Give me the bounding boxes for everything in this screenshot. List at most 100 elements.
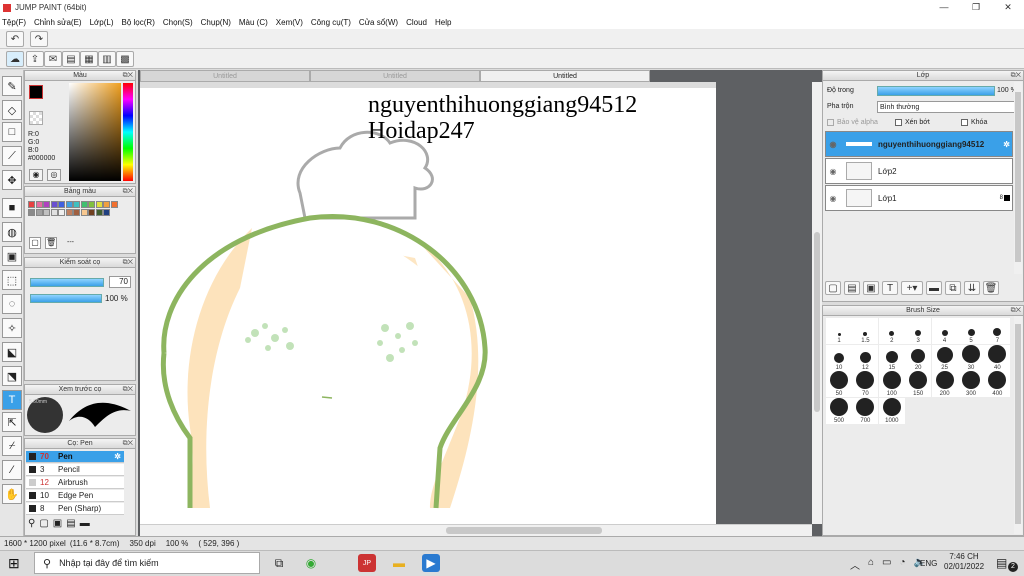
horizontal-scrollbar[interactable] [140,524,812,536]
chevron-up-icon[interactable]: ︿ [850,557,860,572]
color-picker-square[interactable] [69,83,121,181]
palette-swatch[interactable] [58,209,65,216]
visibility-icon[interactable]: ◉ [826,194,840,203]
brush-size-option[interactable]: 10 [826,344,852,371]
brush-size-option[interactable]: 1 [826,318,852,344]
language-indicator[interactable]: ENG [920,559,937,568]
palette-swatch[interactable] [43,209,50,216]
drawing-canvas[interactable]: nguyenthihuonggiang94512 Hoidap247 [140,88,716,524]
windows-start-icon[interactable]: ⊞ [8,555,20,572]
menu-layer[interactable]: Lớp(L) [90,18,114,27]
palette-icon[interactable]: ◉ [29,169,43,181]
preview-close-icon[interactable]: ⧉✕ [123,385,133,395]
brush-size-close-icon[interactable]: ⧉✕ [1011,306,1021,316]
protect-alpha-checkbox[interactable]: Bảo vệ alpha [827,119,878,126]
palette-swatch[interactable] [73,201,80,208]
bucket-tool-icon[interactable]: ◍ [2,222,22,242]
jump-paint-taskbar-icon[interactable]: JP [358,554,376,572]
media-player-icon[interactable]: ▶ [422,554,440,572]
select-pen-icon[interactable]: ⬕ [2,342,22,362]
clipping-checkbox[interactable]: Xén bớt [895,119,930,126]
palette-swatch[interactable] [35,201,43,208]
brush-size-option[interactable]: 1000 [878,397,905,424]
brush-page-icon[interactable]: ▤ [66,518,75,532]
close-icon[interactable]: ✕ [992,2,1024,13]
menu-view[interactable]: Xem(V) [276,18,303,27]
menu-cloud[interactable]: Cloud [406,18,427,27]
brush-size-option[interactable]: 200 [931,371,958,397]
palette-swatch[interactable] [50,201,58,208]
brush-item-pencil[interactable]: 3 Pencil [26,464,124,476]
tab-untitled-3[interactable]: Untitled [480,70,650,82]
palette-swatch[interactable] [65,209,73,216]
brush-opacity-slider[interactable] [30,294,102,303]
brush-size-option[interactable]: 70 [852,371,879,397]
palette-swatch[interactable] [95,201,103,208]
new-layer-icon[interactable]: ▢ [825,281,841,295]
add-layer-menu-icon[interactable]: +▾ [901,281,923,295]
visibility-icon[interactable]: ◉ [826,167,840,176]
task-view-icon[interactable]: ⧉ [270,554,288,572]
cursor-tool-icon[interactable]: ⇱ [2,412,22,432]
layer-panel-close-icon[interactable]: ⧉✕ [1011,71,1021,81]
blend-mode-select[interactable]: Bình thường [877,101,1021,113]
undo-icon[interactable]: ↶ [6,31,24,47]
brush-size-option[interactable]: 15 [878,344,905,371]
cloud-icon[interactable]: ☁ [6,51,24,67]
fill-rect-tool-icon[interactable]: ■ [2,198,22,218]
battery-icon[interactable]: ▭ [882,557,891,572]
palette-more[interactable]: --- [67,239,74,246]
text-layer-icon[interactable]: T [882,281,898,295]
duplicate-layer-icon[interactable]: ⧉ [945,281,961,295]
merge-layer-icon[interactable]: ⇊ [964,281,980,295]
brush-tool-icon[interactable]: ⚲ [28,518,35,532]
palette-close-icon[interactable]: ⧉✕ [123,187,133,197]
brush-folder-icon[interactable]: ▬ [80,518,90,532]
minimize-icon[interactable]: — [928,2,960,13]
select-eraser-icon[interactable]: ⬔ [2,366,22,386]
palette2-icon[interactable]: ◎ [47,169,61,181]
tab-untitled-1[interactable]: Untitled [140,70,310,82]
brush-item-pen[interactable]: 70 Pen ✲ [26,451,124,463]
gradient-tool-icon[interactable]: ▣ [2,246,22,266]
menu-help[interactable]: Help [435,18,451,27]
brush-size-scrollbar[interactable] [1014,316,1022,534]
palette-swatch[interactable] [35,209,43,216]
palette-swatch[interactable] [80,201,88,208]
menu-filter[interactable]: Bộ lọc(R) [122,18,155,27]
notification-icon[interactable]: ▤ [996,556,1007,570]
layer-lop1[interactable]: ◉ Lớp1 8 [825,185,1013,211]
layer-settings-icon[interactable]: ✲ [1003,140,1010,149]
brush-size-option[interactable]: 1.5 [852,318,879,344]
comment-icon[interactable]: ✉ [44,51,62,67]
vertical-scrollbar[interactable] [812,82,822,524]
layer-scrollbar[interactable] [1014,82,1022,274]
folder-icon[interactable]: ▬ [926,281,942,295]
lasso-icon[interactable]: ◌ [2,294,22,314]
menu-tools[interactable]: Công cụ(T) [311,18,351,27]
hand-tool-icon[interactable]: ✋ [2,484,22,504]
tab-untitled-2[interactable]: Untitled [310,70,480,82]
brush-size-option[interactable]: 5 [958,318,984,344]
palette-swatch[interactable] [73,209,80,216]
menu-file[interactable]: Tệp(F) [2,18,26,27]
brush-item-edge-pen[interactable]: 10 Edge Pen [26,490,124,502]
redo-icon[interactable]: ↷ [30,31,48,47]
brush-copy-icon[interactable]: ▣ [53,518,62,532]
new-layer2-icon[interactable]: ▤ [844,281,860,295]
brush-size-option[interactable]: 500 [826,397,852,424]
palette-swatch[interactable] [88,209,95,216]
palette-swatch[interactable] [50,209,58,216]
brush-item-pen-sharp[interactable]: 8 Pen (Sharp) [26,503,124,515]
palette-swatch[interactable] [80,209,88,216]
palette-swatch[interactable] [43,201,50,208]
palette-swatch[interactable] [110,201,118,208]
rect-tool-icon[interactable]: □ [2,122,22,142]
new-layer3-icon[interactable]: ▣ [863,281,879,295]
hue-slider[interactable] [123,83,133,181]
transparent-color[interactable] [29,111,43,125]
eraser-tool-icon[interactable]: ◇ [2,100,22,120]
brush-control-close-icon[interactable]: ⧉✕ [123,258,133,268]
eyedropper-icon[interactable]: ⌿ [2,436,22,456]
wand2-icon[interactable]: ⁄ [2,460,22,480]
